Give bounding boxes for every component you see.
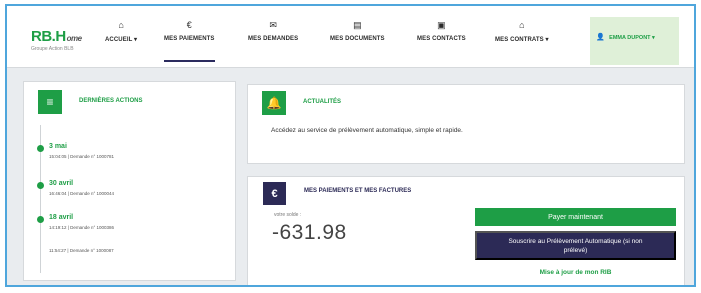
top-navigation-bar: RB.Home Groupe Action BLB ⌂ ACCUEIL ▾ € …	[7, 6, 694, 68]
house-contract-icon: ⌂	[519, 20, 525, 30]
euro-icon: €	[186, 20, 192, 30]
logo-suffix: ome	[66, 34, 82, 43]
last-actions-panel: ≡ DERNIÈRES ACTIONS 3 mai 15:04:05 | Dem…	[23, 81, 236, 281]
pay-now-button[interactable]: Payer maintenant	[475, 208, 676, 226]
user-name: EMMA DUPONT ▾	[609, 35, 655, 41]
nav-mes-contacts-label: MES CONTACTS	[417, 36, 466, 42]
nav-mes-contacts[interactable]: ▣ MES CONTACTS	[417, 20, 466, 60]
logo-tagline: Groupe Action BLB	[31, 46, 74, 52]
document-icon: ▤	[353, 20, 362, 30]
timeline-date: 3 mai	[49, 143, 67, 150]
timeline-description: 15:04:05 | Demande n° 1000781	[49, 154, 115, 159]
nav-mes-demandes[interactable]: ✉ MES DEMANDES	[248, 20, 298, 60]
news-panel: 🔔 ACTUALITÉS Accédez au service de prélè…	[247, 84, 685, 164]
news-text: Accédez au service de prélèvement automa…	[271, 127, 463, 134]
payments-panel: € MES PAIEMENTS ET MES FACTURES votre so…	[247, 176, 685, 285]
app-frame: RB.Home Groupe Action BLB ⌂ ACCUEIL ▾ € …	[5, 4, 696, 287]
timeline-dot	[37, 182, 44, 189]
balance-value: -631.98	[272, 221, 347, 244]
timeline-description[interactable]: 11:54:27 | Demande n° 1000087	[49, 248, 114, 253]
nav-accueil[interactable]: ⌂ ACCUEIL ▾	[105, 20, 137, 60]
update-rib-link[interactable]: Mise à jour de mon RIB	[475, 269, 676, 276]
balance-label: votre solde :	[274, 212, 302, 218]
timeline-description: 16:46:04 | Demande n° 1000044	[49, 191, 115, 196]
nav-mes-paiements[interactable]: € MES PAIEMENTS	[164, 20, 215, 62]
payments-title: MES PAIEMENTS ET MES FACTURES	[304, 188, 412, 194]
timeline-dot	[37, 145, 44, 152]
list-icon: ≡	[38, 90, 62, 114]
envelope-icon: ✉	[269, 20, 277, 30]
logo[interactable]: RB.Home Groupe Action BLB	[31, 28, 82, 52]
contact-card-icon: ▣	[437, 20, 446, 30]
last-actions-title: DERNIÈRES ACTIONS	[79, 98, 143, 104]
user-menu[interactable]: 👤 EMMA DUPONT ▾	[590, 17, 679, 65]
euro-icon: €	[263, 182, 286, 205]
nav-mes-demandes-label: MES DEMANDES	[248, 36, 299, 42]
timeline-description: 14:19:12 | Demande n° 1000386	[49, 225, 115, 230]
timeline-date: 18 avril	[49, 214, 74, 221]
home-icon: ⌂	[118, 20, 124, 30]
bell-icon: 🔔	[262, 91, 286, 115]
news-title: ACTUALITÉS	[303, 99, 341, 105]
timeline-dot	[37, 216, 44, 223]
nav-mes-documents[interactable]: ▤ MES DOCUMENTS	[330, 20, 385, 60]
direct-debit-button[interactable]: Souscrire au Prélèvement Automatique (si…	[475, 231, 676, 260]
nav-mes-documents-label: MES DOCUMENTS	[330, 36, 385, 42]
timeline-date: 30 avril	[49, 180, 74, 187]
user-icon: 👤	[596, 34, 605, 41]
nav-mes-contrats-label: MES CONTRATS ▾	[495, 37, 549, 43]
nav-mes-contrats[interactable]: ⌂ MES CONTRATS ▾	[495, 20, 549, 60]
nav-mes-paiements-label: MES PAIEMENTS	[164, 36, 215, 42]
logo-text: RB.H	[31, 28, 66, 45]
nav-accueil-label: ACCUEIL ▾	[105, 37, 138, 43]
